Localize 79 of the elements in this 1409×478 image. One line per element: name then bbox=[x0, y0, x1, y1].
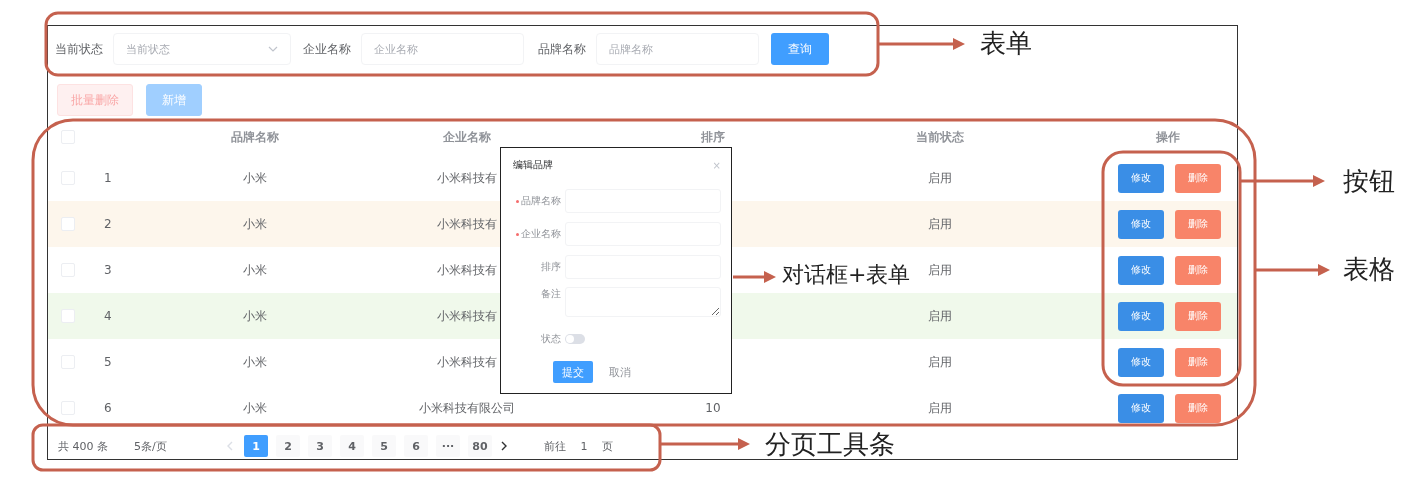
table-cell: 小米 bbox=[243, 215, 267, 233]
submit-button[interactable]: 提交 bbox=[553, 361, 593, 383]
column-header: 当前状态 bbox=[916, 128, 964, 146]
edit-button[interactable]: 修改 bbox=[1118, 163, 1164, 193]
total-count: 共 400 条 bbox=[58, 438, 108, 454]
table-cell: 启用 bbox=[928, 353, 952, 371]
column-header: 品牌名称 bbox=[231, 128, 279, 146]
field-label: 备注 bbox=[541, 287, 561, 301]
arrow bbox=[733, 271, 776, 283]
table-cell: 小米 bbox=[243, 261, 267, 279]
table-cell: 2 bbox=[104, 217, 112, 231]
field-label: 品牌名称 bbox=[538, 40, 586, 58]
table-cell: 启用 bbox=[928, 215, 952, 233]
page-button[interactable]: 80 bbox=[468, 435, 492, 457]
field-label: 排序 bbox=[541, 260, 561, 274]
goto-label: 前往 bbox=[544, 438, 566, 454]
page-button[interactable]: 6 bbox=[404, 435, 428, 457]
table-cell: 小米 bbox=[243, 169, 267, 187]
table-cell: 启用 bbox=[928, 307, 952, 325]
table-cell: 3 bbox=[104, 263, 112, 277]
textarea-field[interactable] bbox=[565, 287, 721, 317]
table-cell: 小米科技有 bbox=[437, 261, 497, 279]
edit-button[interactable]: 修改 bbox=[1118, 255, 1164, 285]
page-button[interactable]: 2 bbox=[276, 435, 300, 457]
column-header: 企业名称 bbox=[443, 128, 491, 146]
delete-button[interactable]: 删除 bbox=[1175, 347, 1221, 377]
annotation-label: 表格 bbox=[1343, 254, 1395, 286]
table-cell: 启用 bbox=[928, 169, 952, 187]
input-field[interactable]: 企业名称 bbox=[361, 33, 524, 65]
delete-button[interactable]: 删除 bbox=[1175, 393, 1221, 423]
field-label: 品牌名称 bbox=[521, 194, 561, 208]
column-header: 操作 bbox=[1156, 128, 1180, 146]
table-cell: 4 bbox=[104, 309, 112, 323]
table-cell: 小米科技有 bbox=[437, 307, 497, 325]
edit-button[interactable]: 修改 bbox=[1118, 393, 1164, 423]
page-button[interactable]: 3 bbox=[308, 435, 332, 457]
page-suffix: 页 bbox=[602, 438, 613, 454]
table-cell: 5 bbox=[104, 355, 112, 369]
annotation-label: 表单 bbox=[980, 28, 1032, 60]
edit-button[interactable]: 修改 bbox=[1118, 209, 1164, 239]
toggle-switch[interactable] bbox=[565, 334, 585, 344]
table-cell: 小米 bbox=[243, 353, 267, 371]
table-cell: 启用 bbox=[928, 399, 952, 417]
field-label: 企业名称 bbox=[303, 40, 351, 58]
field-label: 状态 bbox=[541, 332, 561, 346]
edit-button[interactable]: 修改 bbox=[1118, 301, 1164, 331]
column-header: 排序 bbox=[701, 128, 725, 146]
query-button[interactable]: 查询 bbox=[771, 33, 829, 65]
table-cell: 小米科技有限公司 bbox=[419, 399, 515, 417]
table-cell: 6 bbox=[104, 401, 112, 415]
table-cell: 小米科技有 bbox=[437, 169, 497, 187]
field-label: 企业名称 bbox=[521, 227, 561, 241]
annotation-label: 分页工具条 bbox=[765, 429, 895, 461]
dialog-title: 编辑品牌 bbox=[513, 158, 553, 172]
table-cell: 10 bbox=[705, 401, 721, 415]
page-button[interactable]: 5 bbox=[372, 435, 396, 457]
annotation-label: 对话框+表单 bbox=[782, 262, 911, 289]
annotation-label: 按钮 bbox=[1343, 166, 1395, 198]
input-field[interactable]: 品牌名称 bbox=[596, 33, 759, 65]
table-cell: 启用 bbox=[928, 261, 952, 279]
delete-button[interactable]: 删除 bbox=[1175, 301, 1221, 331]
chevron-down-icon bbox=[268, 46, 278, 52]
field-label: 当前状态 bbox=[55, 40, 103, 58]
page-button[interactable]: 1 bbox=[244, 435, 268, 457]
edit-button[interactable]: 修改 bbox=[1118, 347, 1164, 377]
delete-button[interactable]: 删除 bbox=[1175, 209, 1221, 239]
delete-button[interactable]: 删除 bbox=[1175, 255, 1221, 285]
delete-button[interactable]: 删除 bbox=[1175, 163, 1221, 193]
table-cell: 小米 bbox=[243, 307, 267, 325]
table-cell: 小米科技有 bbox=[437, 353, 497, 371]
status-select[interactable]: 当前状态 bbox=[113, 33, 291, 65]
page-button[interactable]: ··· bbox=[436, 435, 460, 457]
table-cell: 1 bbox=[104, 171, 112, 185]
table-cell: 小米 bbox=[243, 399, 267, 417]
page-button[interactable]: 4 bbox=[340, 435, 364, 457]
close-button[interactable]: × bbox=[712, 159, 721, 171]
chevron-right-icon[interactable] bbox=[500, 441, 508, 451]
page-size-select[interactable]: 5条/页 bbox=[128, 435, 198, 457]
table-cell: 小米科技有 bbox=[437, 215, 497, 233]
